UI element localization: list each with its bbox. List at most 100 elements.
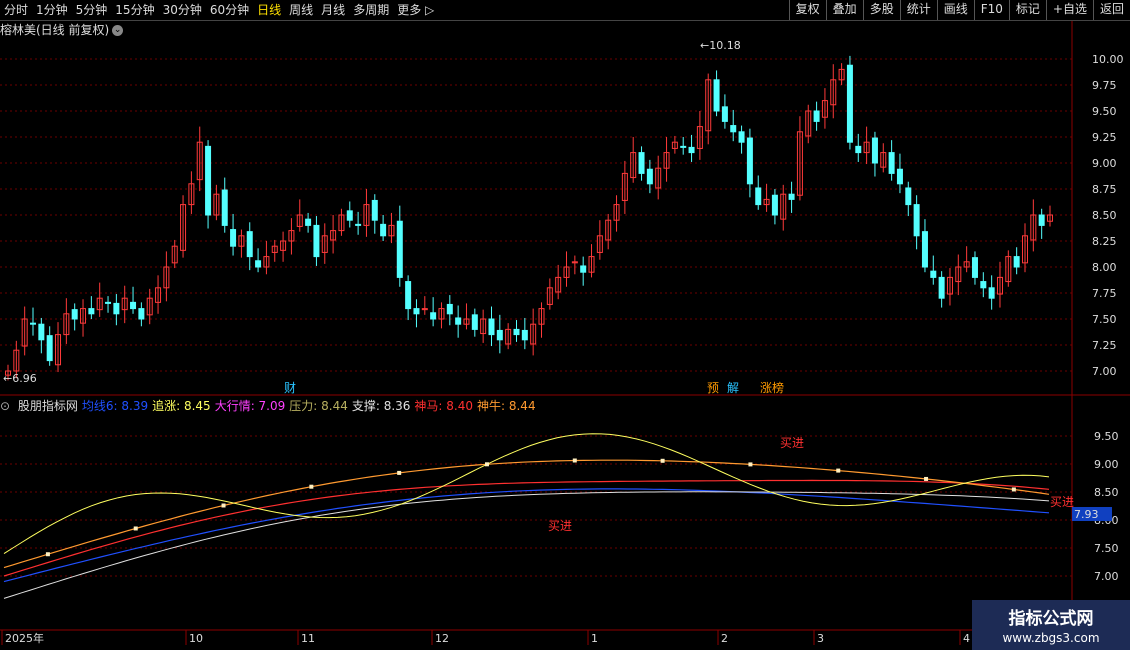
candle-body <box>646 168 653 185</box>
candle-body <box>921 231 928 268</box>
price-tick-label: 8.00 <box>1092 261 1117 274</box>
candle-body <box>813 110 820 122</box>
candle-body <box>713 79 720 112</box>
date-tick-label: 11 <box>301 632 315 645</box>
indicator-value-2: 大行情: 7.09 <box>214 399 286 413</box>
candle-body <box>221 189 228 226</box>
candle-body <box>1038 214 1045 226</box>
indicator-dot <box>484 462 489 467</box>
candle-body <box>446 303 453 315</box>
indicator-value-3: 压力: 8.44 <box>289 399 348 413</box>
candle-body <box>405 281 412 310</box>
indicator-value-0: 均线6: 8.39 <box>81 399 149 413</box>
candle-body <box>521 329 528 341</box>
candle-body <box>755 187 762 206</box>
indicator-tick-label: 9.50 <box>1094 430 1119 443</box>
buy-signal-label: 买进 <box>780 436 804 450</box>
indicator-legend: ⊙ 股朋指标网 均线6: 8.39 追涨: 8.45 大行情: 7.09 压力: 8.4… <box>0 397 540 415</box>
price-tick-label: 9.25 <box>1092 131 1117 144</box>
price-tick-label: 7.00 <box>1092 365 1117 378</box>
candle-body <box>88 308 95 315</box>
price-tick-label: 7.50 <box>1092 313 1117 326</box>
event-marker-0: 财 <box>284 381 296 395</box>
candle-body <box>905 187 912 206</box>
candle-body <box>938 276 945 299</box>
indicator-line-support <box>3 491 1050 599</box>
candle-body <box>746 137 753 185</box>
buy-signal-label: 买进 <box>548 519 572 533</box>
indicator-dot <box>748 462 753 467</box>
candle-body <box>346 210 353 221</box>
watermark-title: 指标公式网 <box>1008 609 1094 629</box>
candle-body <box>513 328 520 336</box>
date-tick-label: 12 <box>435 632 449 645</box>
candle-body <box>71 309 78 320</box>
candle-body <box>855 145 862 154</box>
candle-body <box>38 323 45 341</box>
indicator-dot <box>133 526 138 531</box>
price-tick-label: 9.00 <box>1092 157 1117 170</box>
candle-body <box>896 168 903 185</box>
candle-body <box>488 318 495 336</box>
candle-body <box>205 145 212 216</box>
indicator-dot <box>924 476 929 481</box>
indicator-name: 股朋指标网 <box>17 399 78 413</box>
indicator-dot <box>660 458 665 463</box>
indicator-toggle-icon[interactable]: ⊙ <box>0 399 14 413</box>
date-tick-label: 2 <box>721 632 728 645</box>
candle-body <box>888 152 895 174</box>
indicator-dot <box>45 552 50 557</box>
candle-body <box>688 146 695 154</box>
indicator-dot <box>221 503 226 508</box>
candle-body <box>371 199 378 221</box>
candle-body <box>913 204 920 237</box>
candle-body <box>971 257 978 278</box>
high-price-label: ←10.18 <box>700 39 741 52</box>
candle-body <box>113 302 120 315</box>
candle-body <box>730 125 737 133</box>
indicator-value-1: 追涨: 8.45 <box>152 399 211 413</box>
date-tick-label: 4 <box>963 632 970 645</box>
event-marker-3: 涨榜 <box>760 380 784 395</box>
candle-body <box>930 270 937 278</box>
candle-body <box>413 308 420 315</box>
candle-body <box>638 152 645 174</box>
indicator-dot <box>397 470 402 475</box>
candle-body <box>846 64 853 143</box>
candle-body <box>580 265 587 273</box>
candle-body <box>496 329 503 341</box>
candle-body <box>680 145 687 148</box>
candle-body <box>230 229 237 247</box>
indicator-tick-label: 7.50 <box>1094 542 1119 555</box>
candle-body <box>788 193 795 200</box>
price-tick-label: 8.25 <box>1092 235 1117 248</box>
price-tick-label: 8.75 <box>1092 183 1117 196</box>
indicator-dot <box>1011 487 1016 492</box>
candle-body <box>255 260 262 268</box>
candle-body <box>313 224 320 258</box>
indicator-value-4: 支撑: 8.36 <box>351 399 411 413</box>
candle-body <box>380 223 387 237</box>
price-tick-label: 7.75 <box>1092 287 1117 300</box>
candle-body <box>1013 256 1020 268</box>
date-tick-label: 10 <box>189 632 203 645</box>
price-tick-label: 9.75 <box>1092 79 1117 92</box>
candle-body <box>305 218 312 226</box>
candle-body <box>138 308 145 320</box>
indicator-tick-label: 8.50 <box>1094 486 1119 499</box>
price-tick-label: 9.50 <box>1092 105 1117 118</box>
indicator-tick-label: 9.00 <box>1094 458 1119 471</box>
price-tick-label: 7.25 <box>1092 339 1117 352</box>
price-tick-label: 8.50 <box>1092 209 1117 222</box>
candle-body <box>455 317 462 325</box>
candle-body <box>980 281 987 289</box>
indicator-tick-label: 7.00 <box>1094 570 1119 583</box>
candle-body <box>988 287 995 299</box>
indicator-value-6: 神牛: 8.44 <box>477 399 536 413</box>
candle-body <box>130 301 137 310</box>
price-tick-label: 10.00 <box>1092 53 1124 66</box>
candle-body <box>355 223 362 226</box>
watermark-logo: 指标公式网 www.zbgs3.com <box>972 600 1130 650</box>
watermark-url: www.zbgs3.com <box>1002 631 1100 645</box>
event-marker-1: 预 <box>707 381 719 395</box>
